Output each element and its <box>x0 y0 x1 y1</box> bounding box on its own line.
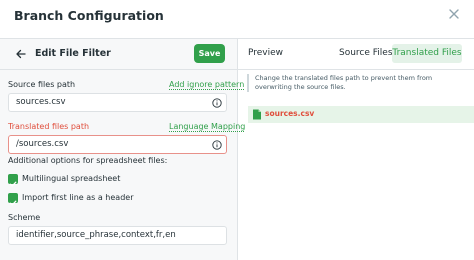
source-files-label: Source files path <box>8 80 76 89</box>
info-icon[interactable] <box>212 98 222 108</box>
check-icon <box>9 200 17 206</box>
save-button[interactable]: Save <box>194 44 225 63</box>
translated-files-input[interactable]: /sources.csv <box>8 135 227 154</box>
language-mapping-link[interactable]: Language Mapping <box>169 122 245 131</box>
file-name: sources.csv <box>265 109 315 118</box>
import-header-checkbox[interactable] <box>8 193 18 206</box>
preview-notice: Change the translated files path to prev… <box>247 74 467 92</box>
panel-divider <box>237 39 238 260</box>
scheme-label: Scheme <box>8 213 41 222</box>
add-ignore-pattern-link[interactable]: Add ignore pattern <box>169 80 244 89</box>
info-icon[interactable] <box>212 140 222 150</box>
file-icon <box>253 109 261 120</box>
multilingual-label: Multilingual spreadsheet <box>22 174 121 183</box>
tab-preview[interactable]: Preview <box>248 48 283 58</box>
translated-files-value: /sources.csv <box>16 139 69 149</box>
source-files-input[interactable]: sources.csv <box>8 93 227 112</box>
import-header-label: Import first line as a header <box>22 193 134 202</box>
right-header-divider <box>238 69 474 70</box>
tab-source-files[interactable]: Source Files <box>339 48 393 58</box>
scheme-input[interactable]: identifier,source_phrase,context,fr,en <box>8 226 227 245</box>
panel-title: Edit File Filter <box>35 48 111 59</box>
left-header-divider <box>0 69 237 70</box>
source-files-value: sources.csv <box>16 97 66 107</box>
close-icon[interactable] <box>446 6 462 22</box>
translated-files-label: Translated files path <box>8 122 90 131</box>
check-icon <box>9 181 17 187</box>
arrow-left-icon[interactable] <box>14 47 28 61</box>
dialog-title: Branch Configuration <box>14 8 164 23</box>
additional-options-label: Additional options for spreadsheet files… <box>8 156 168 165</box>
scheme-value: identifier,source_phrase,context,fr,en <box>16 230 176 240</box>
file-list-item[interactable]: sources.csv <box>248 106 474 123</box>
multilingual-checkbox[interactable] <box>8 174 18 187</box>
tab-translated-files[interactable]: Translated Files <box>392 44 462 63</box>
